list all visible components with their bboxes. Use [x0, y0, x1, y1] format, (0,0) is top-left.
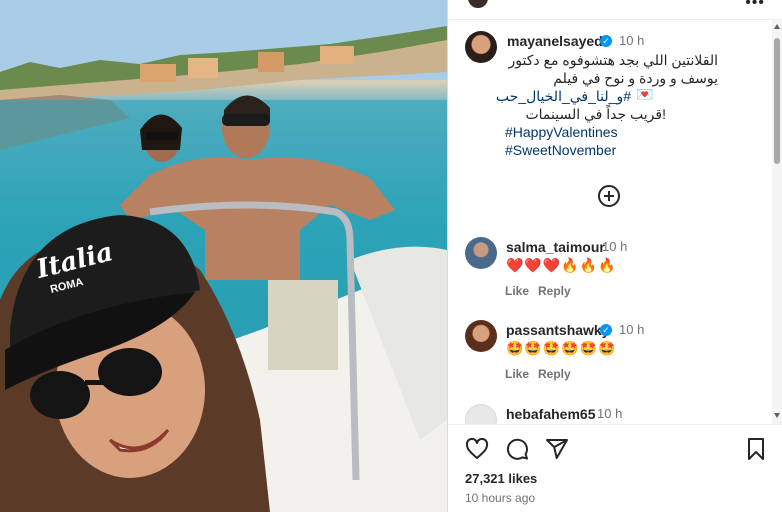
- comments-list[interactable]: mayanelsayed ✓ 10 h القلانتين اللي بجد ه…: [448, 20, 773, 424]
- caption-line-4: !قريب جداً في السينمات: [525, 106, 666, 122]
- scroll-up-icon[interactable]: [774, 24, 780, 29]
- comment-text: ❤️❤️❤️🔥🔥🔥: [506, 257, 617, 273]
- reply-link[interactable]: Reply: [538, 284, 571, 298]
- comment-text: 🤩🤩🤩🤩🤩🤩: [506, 340, 617, 356]
- header-avatar[interactable]: [466, 0, 490, 10]
- caption-line-2: يوسف و وردة و نوح في فيلم: [553, 70, 718, 86]
- comment-username[interactable]: salma_taimour: [506, 239, 605, 255]
- comment-time: 10 h: [597, 406, 623, 421]
- caption-line-1: القلانتين اللي بجد هتشوفوه مع دكتور: [508, 52, 718, 68]
- like-link[interactable]: Like: [505, 367, 529, 381]
- post-header-strip: •••: [448, 0, 782, 20]
- commenter-avatar[interactable]: [465, 237, 497, 269]
- verified-badge-icon: ✓: [600, 35, 612, 47]
- verified-badge-icon: ✓: [600, 324, 612, 336]
- share-icon[interactable]: [545, 437, 569, 461]
- like-link[interactable]: Like: [505, 284, 529, 298]
- post-image: Italia ROMA: [0, 0, 447, 512]
- comment-username[interactable]: passantshawky: [506, 322, 610, 338]
- commenter-avatar[interactable]: [465, 404, 497, 424]
- scrollbar-thumb[interactable]: [774, 38, 780, 164]
- author-username[interactable]: mayanelsayed: [507, 33, 603, 49]
- hashtag-happy-valentines[interactable]: #HappyValentines: [505, 124, 618, 140]
- likes-count[interactable]: 27,321 likes: [465, 471, 537, 486]
- comment-time: 10 h: [619, 322, 645, 337]
- more-options-icon[interactable]: •••: [745, 0, 765, 12]
- comment-icon[interactable]: [505, 437, 529, 461]
- envelope-emoji-icon: 💌: [636, 86, 654, 102]
- heart-icon[interactable]: [465, 437, 489, 461]
- comment-time: 10 h: [602, 239, 628, 254]
- reply-link[interactable]: Reply: [538, 367, 571, 381]
- comments-scrollbar[interactable]: [772, 20, 782, 424]
- bookmark-icon[interactable]: [744, 437, 768, 461]
- post-timestamp[interactable]: 10 hours ago: [465, 491, 535, 505]
- hashtag-sweet-november[interactable]: #SweetNovember: [505, 142, 616, 158]
- commenter-avatar[interactable]: [465, 320, 497, 352]
- post-actions: 27,321 likes 10 hours ago: [448, 424, 782, 512]
- plus-circle-icon[interactable]: [598, 185, 620, 207]
- scroll-down-icon[interactable]: [774, 413, 780, 418]
- caption-arabic-hashtag[interactable]: #و_لنا_في_الخيال_حب: [496, 88, 631, 105]
- comment-username[interactable]: hebafahem65: [506, 406, 595, 422]
- post-sidebar: ••• mayanelsayed ✓ 10 h القلانتين اللي ب…: [447, 0, 782, 512]
- caption-time: 10 h: [619, 33, 645, 48]
